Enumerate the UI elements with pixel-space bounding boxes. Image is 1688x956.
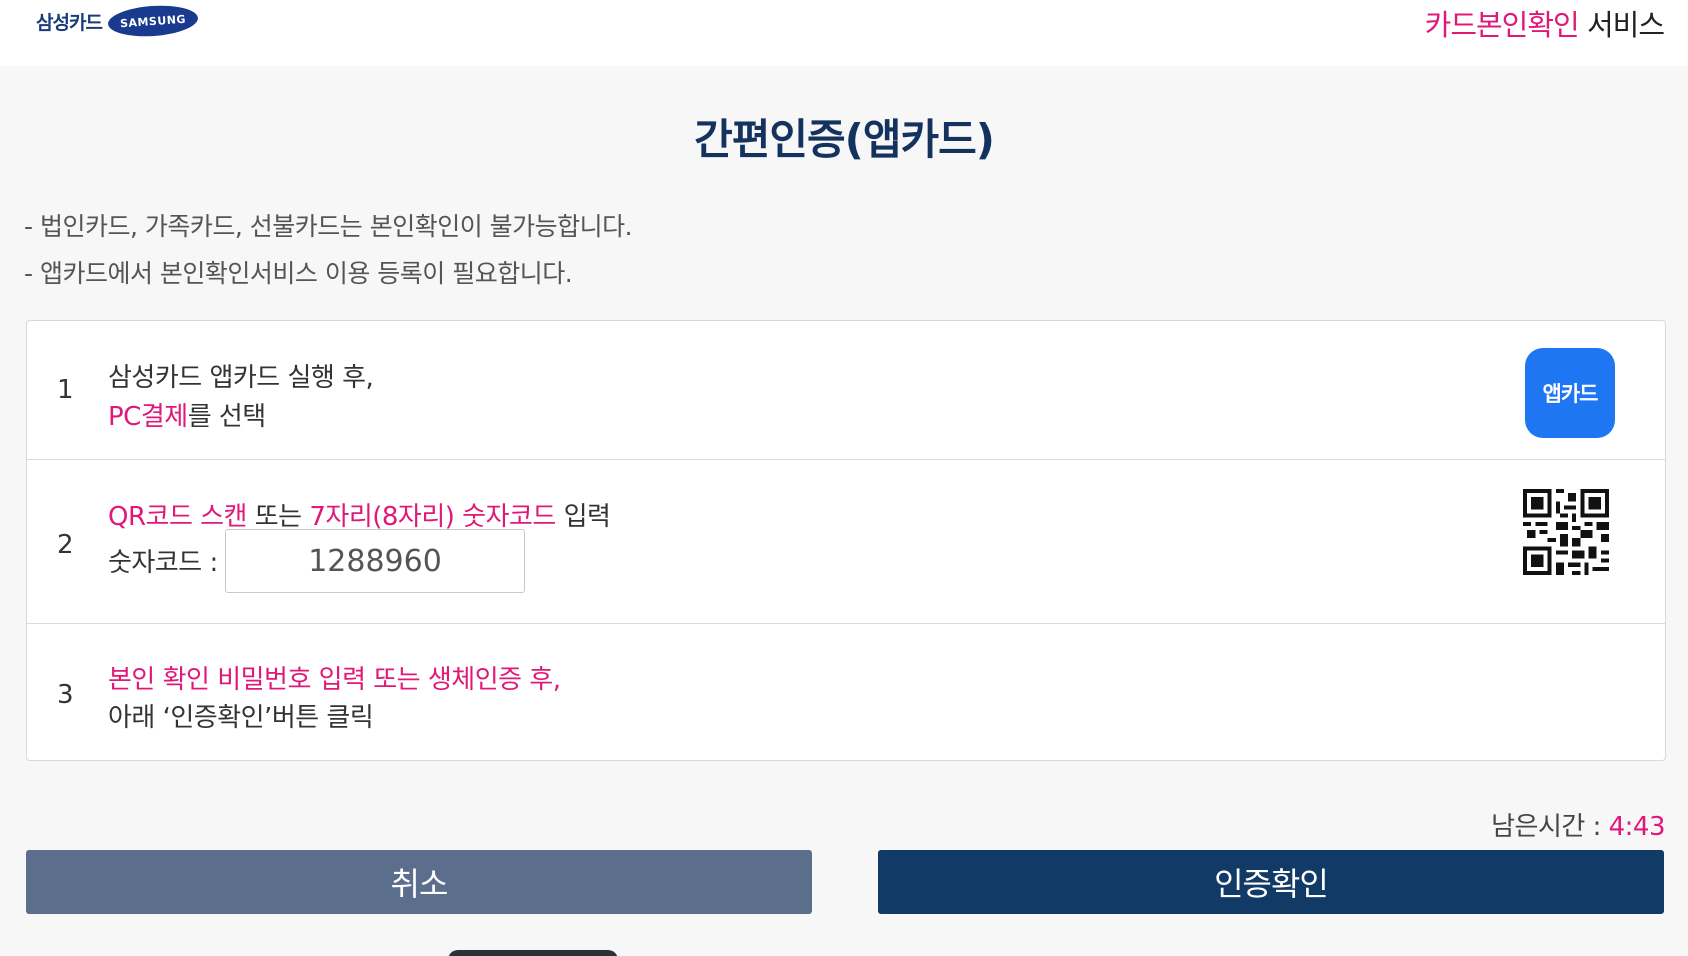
remaining-time-label: 남은시간 : bbox=[1491, 812, 1609, 842]
service-title-highlight: 카드본인확인 bbox=[1424, 8, 1580, 42]
notice-registration-required: - 앱카드에서 본인확인서비스 이용 등록이 필요합니다. bbox=[24, 259, 573, 288]
confirm-auth-button[interactable]: 인증확인 bbox=[878, 850, 1664, 914]
step-3-line-2: 아래 ‘인증확인’버튼 클릭 bbox=[108, 703, 374, 733]
samsung-card-logo[interactable]: 삼성카드 SAMSUNG bbox=[36, 2, 199, 40]
service-title: 카드본인확인 서비스 bbox=[1424, 2, 1665, 44]
step-2-input-word: 입력 bbox=[555, 502, 611, 532]
app-card-icon: 앱카드 bbox=[1525, 348, 1615, 438]
step-number: 3 bbox=[57, 680, 74, 710]
cancel-button[interactable]: 취소 bbox=[26, 850, 812, 914]
samsung-brand-mark: SAMSUNG bbox=[106, 2, 199, 40]
numeric-code-field[interactable] bbox=[225, 529, 525, 593]
step-2-qr-highlight: QR코드 스캔 bbox=[108, 502, 247, 532]
page-title: 간편인증(앱카드) bbox=[694, 115, 995, 164]
step-2-code-highlight: 7자리(8자리) 숫자코드 bbox=[309, 502, 556, 532]
step-2-or: 또는 bbox=[246, 502, 310, 532]
qr-code-icon bbox=[1523, 489, 1609, 575]
step-row-3: 3 본인 확인 비밀번호 입력 또는 생체인증 후, 아래 ‘인증확인’버튼 클… bbox=[27, 624, 1665, 762]
auth-steps-panel: 1 삼성카드 앱카드 실행 후, PC결제를 선택 앱카드 2 QR코드 스캔 … bbox=[26, 320, 1666, 761]
step-2-line-1: QR코드 스캔 또는 7자리(8자리) 숫자코드 입력 bbox=[108, 496, 611, 533]
header: 삼성카드 SAMSUNG 카드본인확인 서비스 bbox=[0, 0, 1688, 66]
notice-card-restriction: - 법인카드, 가족카드, 선불카드는 본인확인이 불가능합니다. bbox=[24, 212, 633, 241]
step-row-2: 2 QR코드 스캔 또는 7자리(8자리) 숫자코드 입력 숫자코드 : bbox=[27, 460, 1665, 624]
step-row-1: 1 삼성카드 앱카드 실행 후, PC결제를 선택 앱카드 bbox=[27, 321, 1665, 460]
step-number: 1 bbox=[57, 375, 74, 405]
numeric-code-label: 숫자코드 : bbox=[108, 548, 218, 578]
step-1-highlight: PC결제 bbox=[108, 402, 188, 432]
step-1-line-2: PC결제를 선택 bbox=[108, 396, 266, 433]
remaining-time: 남은시간 : 4:43 bbox=[1491, 806, 1665, 843]
step-3-line-1: 본인 확인 비밀번호 입력 또는 생체인증 후, bbox=[108, 665, 561, 695]
step-1-rest: 를 선택 bbox=[187, 402, 267, 432]
step-1-line-1: 삼성카드 앱카드 실행 후, bbox=[108, 363, 374, 393]
remaining-time-value: 4:43 bbox=[1608, 812, 1666, 842]
step-number: 2 bbox=[57, 530, 74, 560]
logo-text: 삼성카드 bbox=[36, 11, 103, 34]
bottom-edge-tab bbox=[448, 950, 618, 956]
service-title-rest: 서비스 bbox=[1578, 8, 1665, 42]
